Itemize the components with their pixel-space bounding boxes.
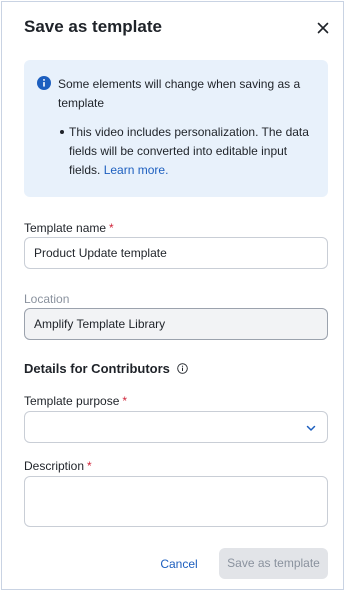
required-mark: * bbox=[109, 221, 114, 235]
notice-box: Some elements will change when saving as… bbox=[24, 60, 328, 197]
template-name-label-text: Template name bbox=[24, 221, 107, 235]
required-mark: * bbox=[87, 459, 92, 473]
close-icon bbox=[317, 22, 329, 34]
cancel-button[interactable]: Cancel bbox=[149, 548, 209, 580]
chevron-down-icon bbox=[306, 425, 316, 431]
dialog-title: Save as template bbox=[24, 17, 162, 36]
template-purpose-label: Template purpose * bbox=[24, 394, 127, 408]
notice-heading: Some elements will change when saving as… bbox=[58, 77, 301, 110]
info-icon[interactable] bbox=[177, 363, 188, 374]
template-name-input[interactable]: Product Update template bbox=[24, 237, 328, 269]
bullet-dot bbox=[60, 130, 64, 134]
learn-more-link[interactable]: Learn more. bbox=[104, 163, 169, 177]
save-as-template-dialog: Save as template Some elements will chan… bbox=[1, 1, 344, 590]
location-field: Amplify Template Library bbox=[24, 308, 328, 340]
template-purpose-select[interactable] bbox=[24, 411, 328, 443]
description-textarea[interactable] bbox=[24, 476, 328, 527]
contributors-section-title: Details for Contributors bbox=[24, 361, 170, 376]
template-purpose-label-text: Template purpose bbox=[24, 394, 120, 408]
description-label-text: Description bbox=[24, 459, 85, 473]
info-icon bbox=[37, 76, 51, 90]
required-mark: * bbox=[122, 394, 128, 408]
template-name-label: Template name * bbox=[24, 221, 114, 235]
description-label: Description * bbox=[24, 459, 92, 473]
location-label: Location bbox=[24, 292, 70, 306]
close-button[interactable] bbox=[315, 20, 331, 36]
notice-bullet: This video includes personalization. The… bbox=[69, 123, 321, 180]
save-as-template-button[interactable]: Save as template bbox=[219, 548, 328, 579]
